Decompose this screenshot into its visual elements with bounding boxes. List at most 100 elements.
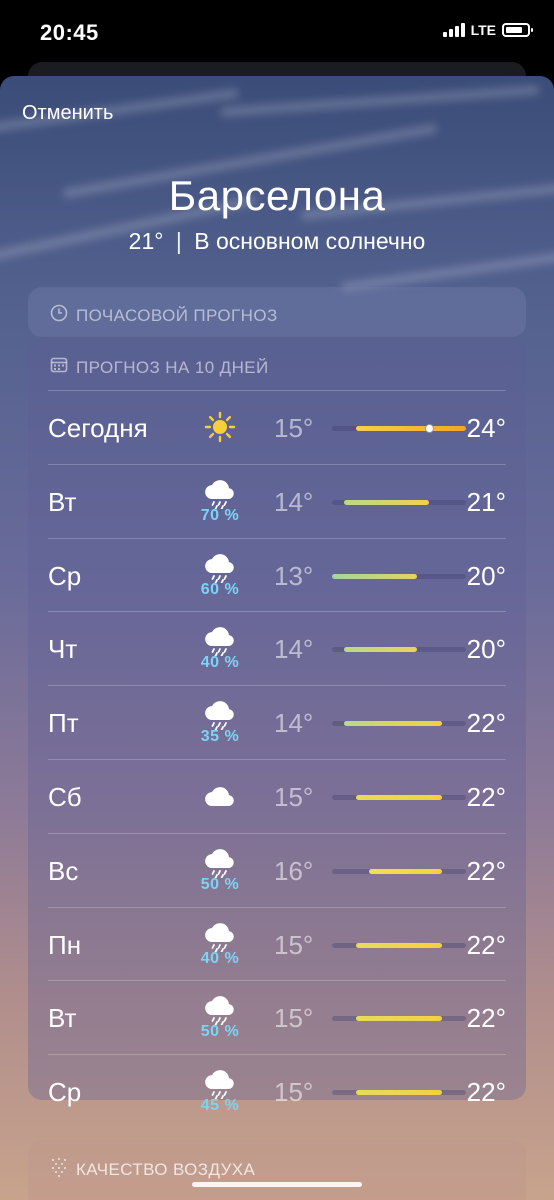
low-temperature: 14° [274,486,314,517]
weather-sheet: Отменить Барселона 21° | В основном солн… [0,76,554,1200]
forecast-day: Сб [48,782,82,812]
hourly-forecast-card[interactable]: ПОЧАСОВОЙ ПРОГНОЗ [28,287,526,337]
hourly-forecast-title: ПОЧАСОВОЙ ПРОГНОЗ [76,305,278,325]
temperature-range-bar [332,647,466,653]
temperature-range-bar [332,499,466,505]
ten-day-forecast-title: ПРОГНОЗ НА 10 ДНЕЙ [76,357,269,377]
temperature-range-fill [332,573,418,579]
low-temperature: 15° [274,413,314,443]
cloud-rain-icon [190,549,250,583]
cloud-icon [190,782,250,812]
air-quality-icon [50,1157,68,1182]
forecast-row[interactable]: Пн 40 % 15° 22° [48,906,506,981]
low-temperature: 14° [274,708,314,739]
high-temperature: 22° [466,1077,506,1108]
current-temperature-marker [424,424,434,433]
home-indicator [192,1182,362,1187]
forecast-day: Вс [48,855,79,886]
calendar-icon [50,356,68,379]
status-time: 20:45 [40,20,99,45]
current-temperature: 21° [128,228,164,254]
precipitation-chance: 35 % [200,728,240,746]
forecast-row[interactable]: Вт 50 % 15° 22° [48,980,506,1054]
forecast-row[interactable]: Вс 50 % 16° 22° [48,832,506,907]
temperature-range-bar [332,573,466,579]
precipitation-chance: 40 % [200,654,240,672]
cloud-rain-icon [190,991,250,1026]
precipitation-chance: 50 % [200,875,240,893]
forecast-row[interactable]: Пт 35 % 14° 22° [48,685,506,759]
low-temperature: 14° [274,634,314,665]
forecast-row[interactable]: Ср 45 % 15° 22° [48,1054,506,1128]
forecast-row[interactable]: Чт 40 % 14° 20° [48,611,506,685]
high-temperature: 21° [466,486,506,517]
precipitation-chance: 60 % [200,580,240,598]
cloud-rain-icon [190,622,250,657]
status-indicators: LTE [442,22,533,38]
current-condition: В основном солнечно [194,228,426,254]
ten-day-forecast-card[interactable]: ПРОГНОЗ НА 10 ДНЕЙ Сегодня 15° 24° Вт 70 % 14… [28,338,526,1114]
low-temperature: 15° [274,929,314,960]
cloud-rain-icon [190,844,250,878]
high-temperature: 20° [466,560,506,591]
high-temperature: 22° [466,1003,506,1034]
temperature-range-bar [332,795,466,800]
temperature-range-fill [356,1090,442,1096]
cloud-rain-icon [190,1065,250,1100]
forecast-day: Ср [48,1077,82,1108]
temperature-range-bar [332,721,466,727]
air-quality-title: КАЧЕСТВО ВОЗДУХА [76,1159,256,1179]
precipitation-chance: 45 % [200,1097,240,1115]
cloud-rain-icon [190,696,250,731]
sun-icon [190,409,250,445]
low-temperature: 15° [274,1003,314,1034]
cancel-button[interactable]: Отменить [22,102,113,125]
forecast-day: Ср [48,560,82,591]
low-temperature: 16° [274,855,314,886]
precipitation-chance: 70 % [200,506,240,524]
network-type: LTE [470,22,496,38]
forecast-day: Сегодня [48,413,148,443]
temperature-range-fill [344,499,430,505]
status-bar: 20:45 LTE [0,0,554,68]
low-temperature: 13° [274,560,314,591]
high-temperature: 22° [466,782,506,812]
forecast-row[interactable]: Сегодня 15° 24° [48,390,506,464]
temperature-range-fill [368,868,442,874]
city-name: Барселона [168,172,386,219]
current-summary: 21° | В основном солнечно [0,228,554,255]
forecast-day: Вт [48,486,77,517]
forecast-day: Вт [48,1003,77,1034]
temperature-range-fill [344,721,442,727]
clock-icon [50,304,68,327]
forecast-day: Чт [48,634,78,665]
low-temperature: 15° [274,782,314,812]
temperature-range-fill [356,795,442,800]
high-temperature: 22° [466,855,506,886]
forecast-day: Пн [48,929,82,960]
temperature-range-bar [332,1016,466,1022]
temperature-range-fill [356,426,466,431]
high-temperature: 22° [466,708,506,739]
high-temperature: 22° [466,929,506,960]
temperature-range-fill [356,942,442,948]
temperature-range-fill [356,1016,442,1022]
air-quality-card[interactable]: КАЧЕСТВО ВОЗДУХА [28,1140,526,1200]
high-temperature: 24° [466,413,506,443]
forecast-day: Пт [48,708,79,739]
temperature-range-bar [332,1090,466,1096]
precipitation-chance: 50 % [200,1023,240,1041]
temperature-range-fill [344,647,418,653]
cloud-rain-icon [190,918,250,952]
forecast-row[interactable]: Вт 70 % 14° 21° [48,463,506,538]
low-temperature: 15° [274,1077,314,1108]
battery-icon [502,23,533,37]
summary-separator: | [175,228,182,254]
cloud-rain-icon [190,475,250,509]
precipitation-chance: 40 % [200,949,240,967]
temperature-range-bar [332,868,466,874]
forecast-row[interactable]: Ср 60 % 13° 20° [48,537,506,612]
temperature-range-bar [332,424,466,433]
signal-icon [442,23,465,37]
forecast-row[interactable]: Сб 15° 22° [48,759,506,833]
